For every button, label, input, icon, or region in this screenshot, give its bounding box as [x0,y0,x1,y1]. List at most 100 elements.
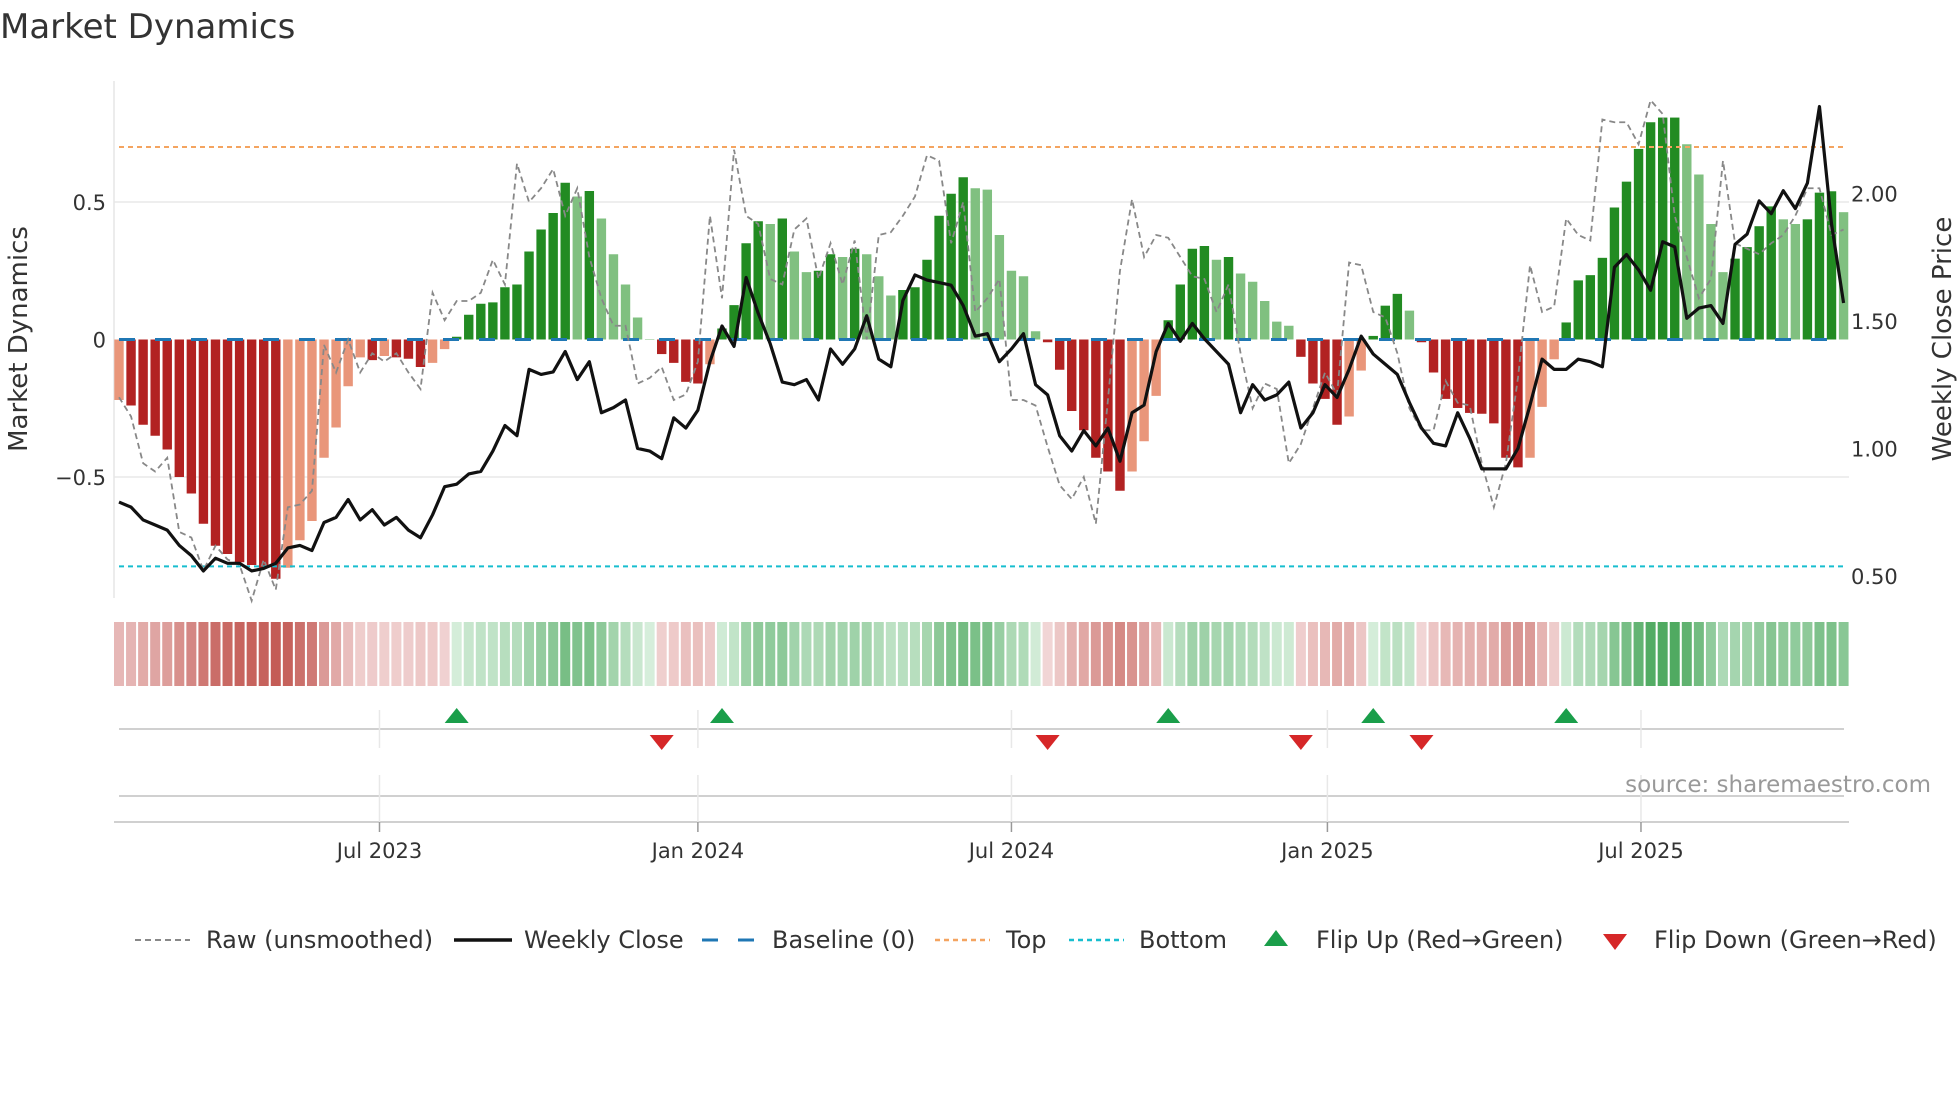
heat-strip-cell [656,622,667,686]
heat-strip-cell [729,622,740,686]
heat-strip-cell [596,622,607,686]
heat-strip-cell [198,622,209,686]
heat-strip-cell [138,622,149,686]
heat-strip-cell [1404,622,1415,686]
dynamics-bar [403,339,414,359]
heat-strip-cell [1766,622,1777,686]
dynamics-bar [620,284,631,340]
dynamics-bar [307,339,317,521]
y-tick-labels: 0.5 0 −0.5 [55,191,106,490]
dynamics-bar [114,339,124,400]
dynamics-bar [1054,339,1065,370]
heat-strip-cell [608,622,619,686]
x-tick-label: Jan 2024 [650,839,745,863]
heat-strip-cell [1102,622,1113,686]
heat-strip-cell [1030,622,1041,686]
heat-strip-cell [837,622,848,686]
heat-strip-cell [1549,622,1560,686]
dynamics-bar [1428,339,1439,373]
heat-strip-cell [620,622,631,686]
heat-strip-cell [415,622,426,686]
heat-strip [114,622,1849,686]
heat-strip-cell [331,622,342,686]
heat-strip-cell [1295,622,1306,686]
dynamics-bar [801,272,812,340]
heat-strip-cell [451,622,462,686]
dynamics-bar [1067,339,1077,411]
dynamics-bar [295,339,305,541]
heat-strip-cell [1018,622,1029,686]
heat-strip-cell [499,622,510,686]
heat-strip-cell [560,622,571,686]
dynamics-bar [1368,335,1378,340]
legend: Raw (unsmoothed) Weekly Close Baseline (… [135,926,1937,954]
heat-strip-cell [1223,622,1234,686]
heat-strip-cell [391,622,402,686]
dynamics-bar [644,339,655,340]
dynamics-bar [524,251,534,340]
heat-strip-cell [1271,622,1282,686]
heat-strip-cell [246,622,257,686]
flip-down-marker [1409,735,1434,750]
dynamics-bar [1199,246,1210,340]
flip-up-marker [1156,708,1181,723]
heat-strip-cell [1597,622,1608,686]
heat-strip-cell [897,622,908,686]
heat-strip-cell [258,622,269,686]
heat-strip-cell [1199,622,1210,686]
heat-strip-cell [584,622,595,686]
heat-strip-cell [1717,622,1728,686]
heat-strip-cell [1814,622,1825,686]
heat-strip-cell [487,622,498,686]
legend-item-close: Weekly Close [454,926,684,954]
heat-strip-cell [765,622,776,686]
heat-strip-cell [1585,622,1596,686]
heat-strip-cell [1090,622,1101,686]
dynamics-bars [114,117,1849,579]
x-tick-label: Jan 2025 [1279,839,1374,863]
chart-title: Market Dynamics [0,7,295,47]
heat-strip-cell [680,622,691,686]
heat-strip-cell [946,622,957,686]
dynamics-bar [681,339,691,382]
dynamics-bar [536,229,546,340]
dynamics-bar [886,295,896,340]
heat-strip-cell [644,622,655,686]
dynamics-bar [1657,117,1668,340]
legend-label: Flip Down (Green→Red) [1654,926,1937,954]
legend-label: Bottom [1139,926,1227,954]
heat-strip-cell [186,622,197,686]
y-tick-label: 0 [93,329,106,353]
dynamics-bar [355,339,365,358]
heat-strip-cell [1066,622,1077,686]
heat-strip-cell [1778,622,1789,686]
heat-strip-cell [475,622,486,686]
heat-strip-cell [1621,622,1632,686]
x-tick-label: Jul 2023 [335,839,422,863]
y2-tick-label: 1.00 [1851,437,1898,461]
heat-strip-cell [1488,622,1499,686]
dynamics-bar [1211,259,1222,340]
y-tick-label: −0.5 [55,466,106,490]
heat-strip-cell [1464,622,1475,686]
dynamics-bar [1272,321,1282,340]
dynamics-bar [1380,305,1390,340]
raw-line-layer [118,98,1844,604]
heat-strip-cell [367,622,378,686]
market-dynamics-chart: Market Dynamics 0.50−0.5 2.001.501.000.5… [0,7,1958,954]
heat-strip-cell [982,622,993,686]
heat-strip-cell [1054,622,1065,686]
dynamics-bar [1742,247,1752,340]
dynamics-bar [1247,281,1258,340]
dynamics-bar [1018,276,1029,340]
heat-strip-cell [741,622,752,686]
dynamics-bar [1404,310,1415,340]
heat-strip-cell [1669,622,1680,686]
heat-strip-cell [885,622,896,686]
dynamics-bar [427,339,438,363]
dynamics-bar [1284,325,1294,340]
heat-strip-cell [270,622,281,686]
dynamics-bar [970,188,980,340]
dynamics-bar [1489,339,1499,424]
dynamics-bar [982,189,993,340]
